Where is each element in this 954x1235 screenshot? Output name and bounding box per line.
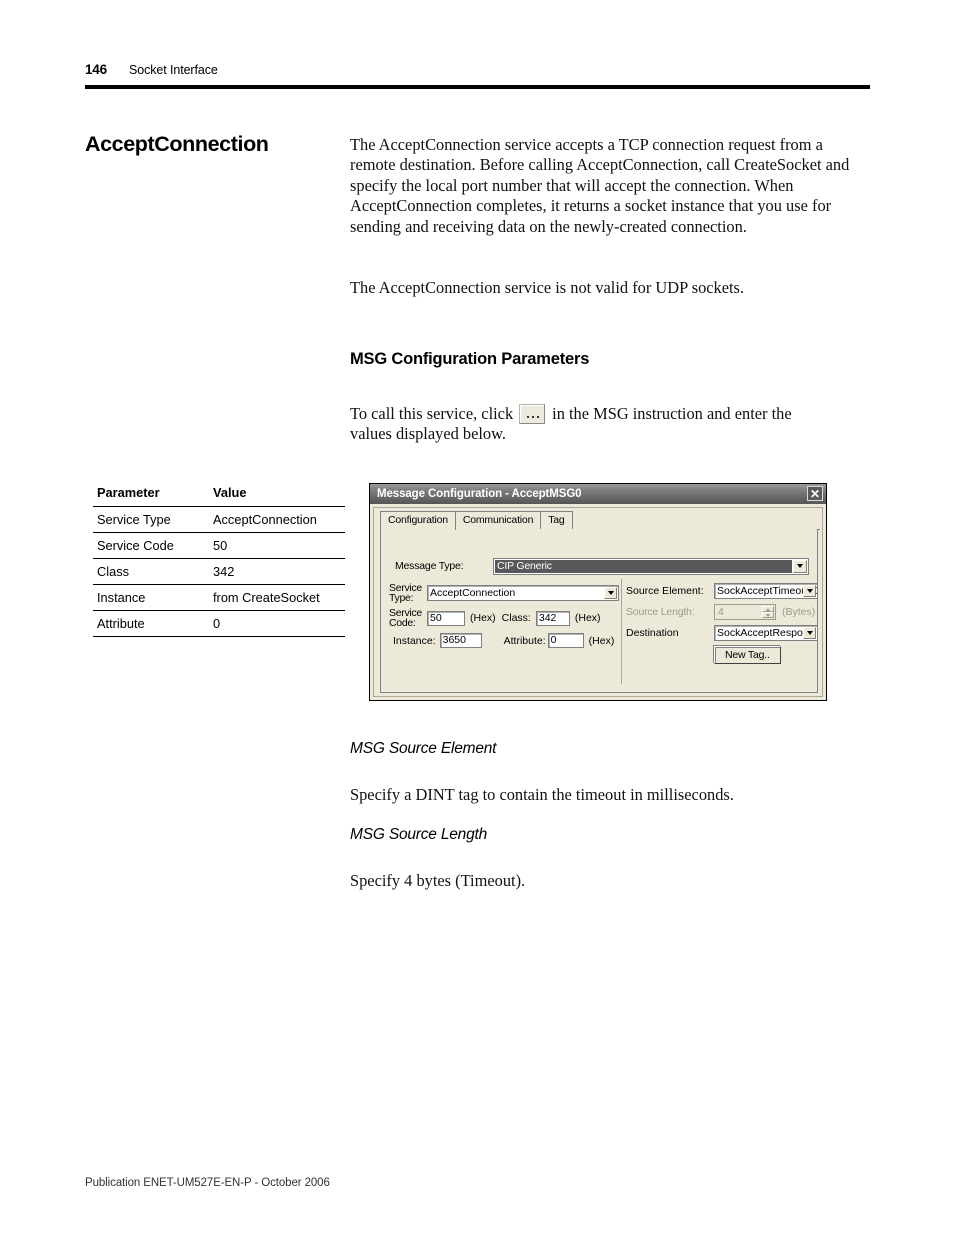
instruction-text-after: in the MSG instruction and enter the bbox=[552, 404, 792, 423]
service-code-label-line2: Code: bbox=[389, 617, 416, 629]
destination-value: SockAcceptRespons bbox=[717, 627, 814, 639]
destination-dropdown[interactable]: SockAcceptRespons bbox=[714, 625, 818, 641]
table-row: Instance from CreateSocket bbox=[93, 584, 345, 611]
instruction-text-before: To call this service, click bbox=[350, 404, 514, 423]
message-type-dropdown[interactable]: CIP Generic bbox=[493, 557, 809, 575]
service-code-label: Service Code: bbox=[389, 608, 427, 629]
cell-value: 0 bbox=[206, 610, 345, 637]
chevron-down-icon[interactable] bbox=[803, 627, 816, 639]
cell-parameter: Service Code bbox=[93, 532, 206, 559]
page-footer: Publication ENET-UM527E-EN-P - October 2… bbox=[85, 1177, 330, 1189]
attribute-hex-label: (Hex) bbox=[588, 634, 615, 647]
service-type-label: Service Type: bbox=[389, 583, 427, 604]
parameter-table: Parameter Value Service Type AcceptConne… bbox=[93, 480, 345, 637]
subheading-msg-source-element: MSG Source Element bbox=[350, 740, 497, 757]
cell-parameter: Service Type bbox=[93, 506, 206, 533]
attribute-input[interactable]: 0 bbox=[547, 633, 584, 648]
message-type-row: Message Type: CIP Generic bbox=[389, 557, 809, 575]
udp-note-paragraph: The AcceptConnection service is not vali… bbox=[350, 278, 745, 297]
instruction-text-line2: values displayed below. bbox=[350, 424, 506, 444]
header-rule bbox=[85, 85, 870, 89]
column-header-value: Value bbox=[206, 480, 345, 507]
source-element-dropdown[interactable]: SockAcceptTimeout[0 bbox=[714, 583, 818, 599]
class-input[interactable]: 342 bbox=[535, 610, 570, 626]
source-length-label: Source Length: bbox=[626, 606, 695, 618]
table-row: Service Type AcceptConnection bbox=[93, 506, 345, 533]
table-header-row: Parameter Value bbox=[93, 480, 345, 507]
page-header: 146 Socket Interface bbox=[85, 62, 870, 89]
service-type-value: AcceptConnection bbox=[430, 587, 516, 599]
class-label: Class: bbox=[501, 612, 531, 624]
column-header-parameter: Parameter bbox=[93, 480, 206, 507]
dialog-right-column: Source Element: SockAcceptTimeout[0 Sour… bbox=[626, 583, 822, 664]
cell-parameter: Instance bbox=[93, 584, 206, 611]
tab-configuration[interactable]: Configuration bbox=[380, 511, 456, 530]
service-type-label-line2: Type: bbox=[389, 592, 414, 604]
attribute-label: Attribute: bbox=[503, 634, 546, 647]
parameter-table-wrapper: Parameter Value Service Type AcceptConne… bbox=[93, 480, 345, 637]
source-length-row: Source Length: 4 (Bytes) bbox=[626, 604, 822, 620]
source-length-stepper: 4 bbox=[714, 604, 776, 620]
chapter-name: Socket Interface bbox=[129, 63, 218, 77]
stepper-arrows-icon bbox=[762, 606, 774, 618]
subheading-msg-source-length: MSG Source Length bbox=[350, 826, 488, 843]
new-tag-button[interactable]: New Tag.. bbox=[714, 646, 781, 664]
instance-label: Instance: bbox=[393, 634, 436, 647]
msg-config-heading: MSG Configuration Parameters bbox=[350, 350, 590, 368]
instance-input[interactable]: 3650 bbox=[439, 633, 482, 648]
instance-attribute-row: Instance: 3650 Attribute: 0 (Hex) bbox=[389, 633, 619, 648]
source-length-units: (Bytes) bbox=[782, 606, 816, 618]
cell-value: 342 bbox=[206, 558, 345, 585]
service-code-input[interactable]: 50 bbox=[427, 610, 465, 626]
cell-parameter: Class bbox=[93, 558, 206, 585]
dialog-titlebar: Message Configuration - AcceptMSG0 ✕ bbox=[370, 484, 826, 504]
message-configuration-dialog: Message Configuration - AcceptMSG0 ✕ Con… bbox=[369, 483, 827, 701]
tab-communication[interactable]: Communication bbox=[454, 511, 542, 529]
dialog-title: Message Configuration - AcceptMSG0 bbox=[377, 488, 582, 500]
message-type-label: Message Type: bbox=[395, 560, 464, 572]
call-service-instruction: To call this service, click in the MSG i… bbox=[350, 404, 875, 445]
paragraph-msg-source-element: Specify a DINT tag to contain the timeou… bbox=[350, 785, 734, 804]
table-row: Class 342 bbox=[93, 558, 345, 585]
service-type-dropdown[interactable]: AcceptConnection bbox=[427, 585, 619, 601]
intro-paragraph: The AcceptConnection service accepts a T… bbox=[350, 135, 850, 236]
cell-value: from CreateSocket bbox=[206, 584, 345, 611]
chevron-down-icon[interactable] bbox=[793, 559, 807, 573]
configuration-tab-panel: Message Type: CIP Generic Service Type: … bbox=[380, 529, 818, 693]
table-row: Attribute 0 bbox=[93, 610, 345, 637]
chevron-down-icon[interactable] bbox=[803, 585, 816, 597]
paragraph-msg-source-length: Specify 4 bytes (Timeout). bbox=[350, 871, 526, 890]
dialog-left-column: Service Type: AcceptConnection Service C… bbox=[389, 583, 619, 653]
cell-value: AcceptConnection bbox=[206, 506, 345, 533]
close-icon[interactable]: ✕ bbox=[807, 486, 823, 501]
source-element-row: Source Element: SockAcceptTimeout[0 bbox=[626, 583, 822, 599]
service-code-hex-label: (Hex) bbox=[470, 612, 496, 624]
cell-parameter: Attribute bbox=[93, 610, 206, 637]
panel-divider bbox=[621, 579, 622, 684]
page-number: 146 bbox=[85, 62, 107, 77]
source-length-value: 4 bbox=[718, 606, 724, 618]
table-row: Service Code 50 bbox=[93, 532, 345, 559]
service-type-row: Service Type: AcceptConnection bbox=[389, 583, 619, 603]
message-type-value: CIP Generic bbox=[495, 559, 792, 573]
service-code-row: Service Code: 50 (Hex) Class: 342 (Hex) bbox=[389, 608, 619, 629]
page-title: AcceptConnection bbox=[85, 132, 269, 156]
class-hex-label: (Hex) bbox=[574, 612, 601, 624]
destination-row: Destination SockAcceptRespons bbox=[626, 625, 822, 641]
ellipsis-button-icon bbox=[519, 404, 546, 425]
tab-tag[interactable]: Tag bbox=[540, 511, 573, 529]
cell-value: 50 bbox=[206, 532, 345, 559]
chevron-down-icon[interactable] bbox=[604, 587, 617, 599]
destination-label: Destination bbox=[626, 627, 679, 639]
source-element-label: Source Element: bbox=[626, 585, 704, 597]
new-tag-row: New Tag.. bbox=[626, 646, 822, 664]
dialog-tabstrip: Configuration Communication Tag bbox=[380, 511, 820, 530]
dialog-body: Configuration Communication Tag Message … bbox=[373, 507, 823, 697]
